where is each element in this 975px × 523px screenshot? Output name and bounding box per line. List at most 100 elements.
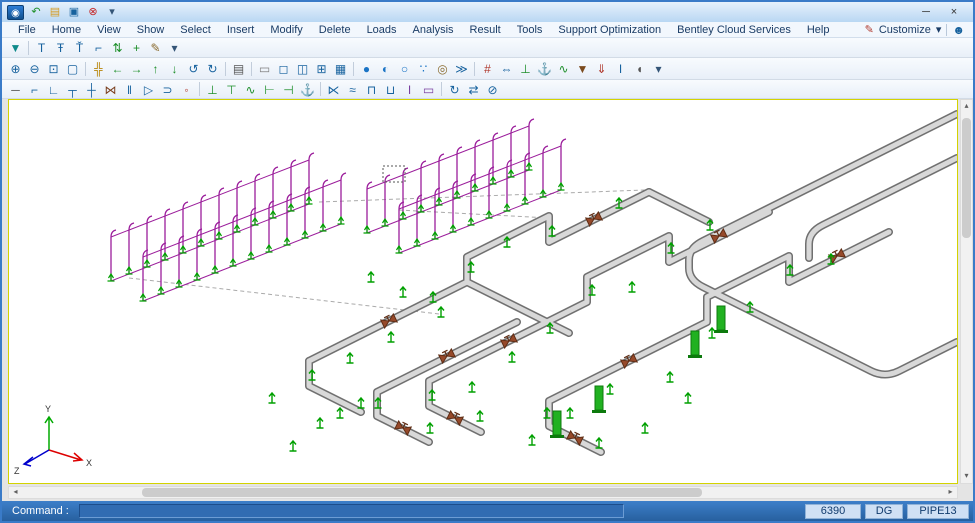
horizontal-scrollbar[interactable]: ◂ ▸: [8, 486, 958, 499]
nozzle-icon[interactable]: ⋉: [324, 81, 343, 98]
command-input[interactable]: [79, 504, 624, 518]
vertical-scroll-thumb[interactable]: [962, 118, 971, 238]
zoom-in-icon[interactable]: ⊕: [6, 60, 25, 77]
cross-icon[interactable]: ┼: [82, 81, 101, 98]
show-anchors-icon[interactable]: ⚓: [535, 60, 554, 77]
insert-tee-point-icon[interactable]: Ŧ: [51, 39, 70, 56]
menu-item-view[interactable]: View: [89, 24, 129, 36]
scroll-left-icon[interactable]: ◂: [9, 486, 22, 499]
zoom-extents-icon[interactable]: ▢: [63, 60, 82, 77]
hanger-icon[interactable]: ⊤: [222, 81, 241, 98]
user-icon[interactable]: ☻: [952, 23, 965, 37]
valve-icon[interactable]: ⋈: [101, 81, 120, 98]
open-folder-icon[interactable]: ▤: [47, 5, 63, 20]
customize-icon[interactable]: ✎: [865, 23, 874, 36]
show-insulation-icon[interactable]: ◎: [433, 60, 452, 77]
reducer-icon[interactable]: ▷: [139, 81, 158, 98]
scroll-right-icon[interactable]: ▸: [944, 486, 957, 499]
menu-item-show[interactable]: Show: [129, 24, 173, 36]
measure-icon[interactable]: ⊘: [483, 81, 502, 98]
save-icon[interactable]: ▣: [66, 5, 82, 20]
close-model-icon[interactable]: ⊗: [85, 5, 101, 20]
quick-access-caret-icon[interactable]: ▾: [104, 5, 120, 20]
tile-views-icon[interactable]: ▦: [331, 60, 350, 77]
app-icon[interactable]: ◉: [7, 5, 24, 20]
pan-icon[interactable]: ╬: [89, 60, 108, 77]
move-stretch-icon[interactable]: ⇅: [108, 39, 127, 56]
view-options-caret-icon[interactable]: ▾: [649, 60, 668, 77]
pipe-segment-icon[interactable]: ▭: [255, 60, 274, 77]
insert-run-icon[interactable]: ─: [6, 81, 25, 98]
print-icon[interactable]: ▤: [229, 60, 248, 77]
mirror-icon[interactable]: ⇄: [464, 81, 483, 98]
scroll-up-icon[interactable]: ▴: [960, 100, 973, 113]
menu-item-bentley-cloud-services[interactable]: Bentley Cloud Services: [669, 24, 799, 36]
bellows-icon[interactable]: ≈: [343, 81, 362, 98]
undo-icon[interactable]: ↶: [28, 5, 44, 20]
flow-direction-icon[interactable]: ≫: [452, 60, 471, 77]
next-view-icon[interactable]: →: [127, 60, 146, 77]
solid-render-icon[interactable]: ●: [357, 60, 376, 77]
menu-item-insert[interactable]: Insert: [219, 24, 263, 36]
show-loads-icon[interactable]: ⇓: [592, 60, 611, 77]
shaded-render-icon[interactable]: ◐: [376, 60, 395, 77]
menu-item-home[interactable]: Home: [44, 24, 89, 36]
clamp-icon[interactable]: ⊓: [362, 81, 381, 98]
edit-pencil-icon[interactable]: ✎: [146, 39, 165, 56]
point-numbers-icon[interactable]: #: [478, 60, 497, 77]
menu-item-file[interactable]: File: [10, 24, 44, 36]
model-viewport[interactable]: Y X Z: [8, 99, 958, 484]
show-weights-icon[interactable]: ▼: [573, 60, 592, 77]
menu-item-help[interactable]: Help: [799, 24, 838, 36]
plate-icon[interactable]: ▭: [419, 81, 438, 98]
show-supports-icon[interactable]: ⊥: [516, 60, 535, 77]
insert-branch-point-icon[interactable]: Ť: [70, 39, 89, 56]
customize-caret-icon[interactable]: ▾: [936, 23, 942, 36]
show-springs-icon[interactable]: ∿: [554, 60, 573, 77]
rotate-right-icon[interactable]: ↻: [203, 60, 222, 77]
bend-icon[interactable]: ⌐: [25, 81, 44, 98]
rotate-left-icon[interactable]: ↺: [184, 60, 203, 77]
menu-item-analysis[interactable]: Analysis: [405, 24, 462, 36]
stop-icon[interactable]: ⊣: [279, 81, 298, 98]
zoom-out-icon[interactable]: ⊖: [25, 60, 44, 77]
zoom-window-icon[interactable]: ⊡: [44, 60, 63, 77]
saddle-icon[interactable]: ⊔: [381, 81, 400, 98]
insert-run-point-icon[interactable]: T: [32, 39, 51, 56]
flange-icon[interactable]: ‖: [120, 81, 139, 98]
elbow-icon[interactable]: ∟: [44, 81, 63, 98]
spring-icon[interactable]: ∿: [241, 81, 260, 98]
menu-item-support-optimization[interactable]: Support Optimization: [550, 24, 669, 36]
menu-item-select[interactable]: Select: [172, 24, 219, 36]
row-options-caret-icon[interactable]: ▾: [165, 39, 184, 56]
menu-item-delete[interactable]: Delete: [311, 24, 359, 36]
menu-item-result[interactable]: Result: [462, 24, 509, 36]
weld-icon[interactable]: ◦: [177, 81, 196, 98]
show-beams-icon[interactable]: I: [611, 60, 630, 77]
wireframe-render-icon[interactable]: ○: [395, 60, 414, 77]
segment-lengths-icon[interactable]: ⇔: [497, 60, 516, 77]
single-view-icon[interactable]: ◻: [274, 60, 293, 77]
menu-item-modify[interactable]: Modify: [262, 24, 310, 36]
tee-icon[interactable]: ┬: [63, 81, 82, 98]
two-views-icon[interactable]: ◫: [293, 60, 312, 77]
customize-button[interactable]: Customize: [879, 24, 931, 36]
support-icon[interactable]: ⊥: [203, 81, 222, 98]
menu-item-tools[interactable]: Tools: [509, 24, 551, 36]
cap-icon[interactable]: ⊃: [158, 81, 177, 98]
anchor-icon[interactable]: ⚓: [298, 81, 317, 98]
horizontal-scroll-thumb[interactable]: [142, 488, 702, 497]
rotate-model-icon[interactable]: ↻: [445, 81, 464, 98]
insert-point-icon[interactable]: +: [127, 39, 146, 56]
guide-icon[interactable]: ⊢: [260, 81, 279, 98]
audio-feedback-icon[interactable]: ◖: [630, 60, 649, 77]
previous-view-icon[interactable]: ←: [108, 60, 127, 77]
close-button[interactable]: ×: [944, 5, 964, 20]
filter-icon[interactable]: ▼: [6, 39, 25, 56]
view-down-icon[interactable]: ↓: [165, 60, 184, 77]
show-fluid-icon[interactable]: ∵: [414, 60, 433, 77]
minimize-button[interactable]: ─: [916, 5, 936, 20]
vertical-scrollbar[interactable]: ▴ ▾: [960, 99, 973, 484]
scroll-down-icon[interactable]: ▾: [960, 470, 973, 483]
menu-item-loads[interactable]: Loads: [359, 24, 405, 36]
